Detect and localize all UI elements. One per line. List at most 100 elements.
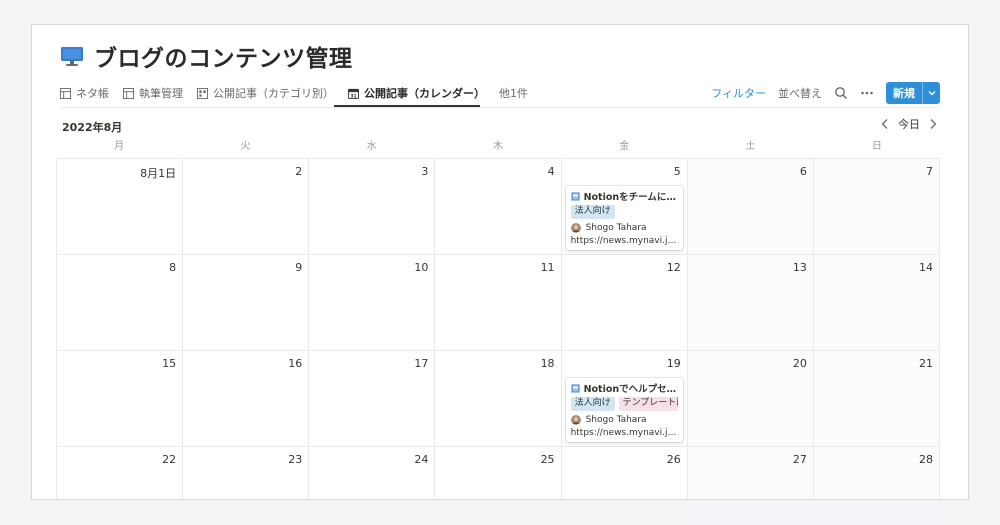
day-number: 2	[295, 165, 303, 178]
page-icon	[571, 191, 580, 201]
tab-more[interactable]: 他1件	[499, 82, 528, 104]
day-number: 3	[421, 165, 429, 178]
event-author: Shogo Tahara	[570, 220, 678, 235]
day-number: 6	[799, 165, 807, 178]
day-number: 10	[414, 261, 429, 274]
calendar-day-cell[interactable]: 20	[687, 351, 814, 447]
calendar-day-cell[interactable]: 4	[435, 159, 562, 255]
calendar-day-cell[interactable]: 8月1日	[57, 159, 184, 255]
event-tags: 法人向け	[570, 205, 678, 219]
event-url: https://news.mynavi.jp…	[570, 428, 678, 438]
tab-label: ネタ帳	[76, 87, 109, 100]
day-number: 22	[162, 453, 177, 466]
day-number: 12	[666, 261, 681, 274]
calendar-day-cell[interactable]: 17	[309, 351, 436, 447]
page-icon	[571, 383, 580, 393]
tab-label: 公開記事（カレンダー）	[364, 87, 485, 100]
event-author: Shogo Tahara	[570, 412, 678, 427]
calendar-day-cell[interactable]: 11	[435, 255, 562, 351]
calendar-day-cell[interactable]: 18	[435, 351, 562, 447]
table-icon	[123, 87, 134, 99]
tab-writing[interactable]: 執筆管理	[123, 82, 183, 104]
calendar-day-cell[interactable]: 13	[687, 255, 814, 351]
calendar-day-cell[interactable]: 22	[57, 447, 184, 499]
calendar-day-cell[interactable]: 12	[561, 255, 688, 351]
calendar-day-cell[interactable]: 2	[183, 159, 310, 255]
day-number: 24	[414, 453, 429, 466]
event-url: https://news.mynavi.jp…	[570, 236, 678, 246]
more-icon[interactable]	[860, 86, 874, 100]
today-button[interactable]: 今日	[898, 116, 920, 132]
event-title-row: Notionをチームに浸…	[571, 189, 678, 203]
day-number: 17	[414, 357, 429, 370]
calendar-day-cell[interactable]: 16	[183, 351, 310, 447]
calendar-grid: 8月1日 2 3 4 5 Notionをチームに浸… 法人向け Shogo Tahara…	[56, 158, 940, 499]
day-number: 4	[547, 165, 555, 178]
category-tag: 法人向け	[570, 397, 615, 411]
weekday-label: 土	[745, 141, 756, 152]
event-card[interactable]: Notionをチームに浸… 法人向け Shogo Tahara https://…	[565, 186, 683, 250]
day-number: 28	[918, 453, 933, 466]
month-label: 2022年8月	[62, 121, 123, 134]
new-dropdown-button[interactable]	[922, 82, 940, 104]
new-button-group: 新規	[886, 82, 940, 104]
calendar-week: 8 9 10 11 12 13 14	[57, 255, 940, 351]
calendar-day-cell[interactable]: 5 Notionをチームに浸… 法人向け Shogo Tahara https:…	[561, 159, 688, 255]
event-title-row: Notionでヘルプセン…	[571, 381, 678, 395]
calendar-day-cell[interactable]: 28	[813, 447, 940, 499]
calendar-day-cell[interactable]: 8	[57, 255, 184, 351]
page-frame: ブログのコンテンツ管理 ネタ帳 執筆管理 公開記事（カテゴリ別） 31 公開記事…	[31, 24, 969, 500]
tab-category[interactable]: 公開記事（カテゴリ別）	[197, 82, 334, 104]
category-tag: テンプレート配	[618, 397, 678, 411]
chevron-left-icon[interactable]	[878, 117, 892, 131]
calendar-day-cell[interactable]: 19 Notionでヘルプセン… 法人向けテンプレート配 Shogo Tahar…	[561, 351, 688, 447]
weekday-label: 金	[619, 141, 630, 152]
event-card[interactable]: Notionでヘルプセン… 法人向けテンプレート配 Shogo Tahara h…	[565, 378, 683, 442]
day-number: 11	[540, 261, 555, 274]
weekday-label: 水	[366, 141, 377, 152]
calendar-day-cell[interactable]: 10	[309, 255, 436, 351]
event-title: Notionでヘルプセン…	[583, 384, 678, 395]
calendar-day-cell[interactable]: 15	[57, 351, 184, 447]
tabs-divider	[60, 107, 940, 108]
calendar-nav: 今日	[878, 116, 940, 132]
category-tag: 法人向け	[570, 205, 615, 219]
page-header: ブログのコンテンツ管理	[60, 39, 353, 73]
tab-calendar[interactable]: 31 公開記事（カレンダー）	[348, 82, 485, 104]
calendar-week: 22 23 24 25 26 27 28	[57, 447, 940, 499]
day-number: 8月1日	[140, 167, 177, 180]
tab-neta[interactable]: ネタ帳	[60, 82, 109, 104]
weekday-label: 木	[492, 141, 503, 152]
day-number: 5	[673, 165, 681, 178]
weekday-label: 日	[871, 141, 882, 152]
day-number: 19	[666, 357, 681, 370]
event-tags: 法人向けテンプレート配	[570, 397, 678, 411]
new-button[interactable]: 新規	[886, 82, 922, 104]
sort-button[interactable]: 並べ替え	[778, 85, 822, 101]
calendar-week: 8月1日 2 3 4 5 Notionをチームに浸… 法人向け Shogo Tahara…	[57, 159, 940, 255]
calendar-day-cell[interactable]: 3	[309, 159, 436, 255]
board-icon	[197, 87, 208, 99]
calendar-day-cell[interactable]: 21	[813, 351, 940, 447]
calendar-day-cell[interactable]: 25	[435, 447, 562, 499]
calendar-day-cell[interactable]: 6	[687, 159, 814, 255]
event-title: Notionをチームに浸…	[583, 192, 678, 203]
search-icon[interactable]	[834, 86, 848, 100]
weekday-header: 月 火 水 木 金 土 日	[56, 139, 940, 159]
calendar-day-cell[interactable]: 27	[687, 447, 814, 499]
avatar	[570, 222, 581, 233]
day-number: 26	[666, 453, 681, 466]
calendar-day-cell[interactable]: 24	[309, 447, 436, 499]
weekday-label: 月	[114, 141, 125, 152]
toolbar: フィルター 並べ替え 新規	[711, 81, 940, 105]
calendar-day-cell[interactable]: 26	[561, 447, 688, 499]
tab-label: 他1件	[499, 87, 528, 100]
filter-button[interactable]: フィルター	[711, 85, 766, 101]
calendar-day-cell[interactable]: 23	[183, 447, 310, 499]
calendar-day-cell[interactable]: 9	[183, 255, 310, 351]
chevron-right-icon[interactable]	[926, 117, 940, 131]
page-title: ブログのコンテンツ管理	[94, 46, 353, 72]
calendar-day-cell[interactable]: 7	[813, 159, 940, 255]
day-number: 27	[792, 453, 807, 466]
calendar-day-cell[interactable]: 14	[813, 255, 940, 351]
